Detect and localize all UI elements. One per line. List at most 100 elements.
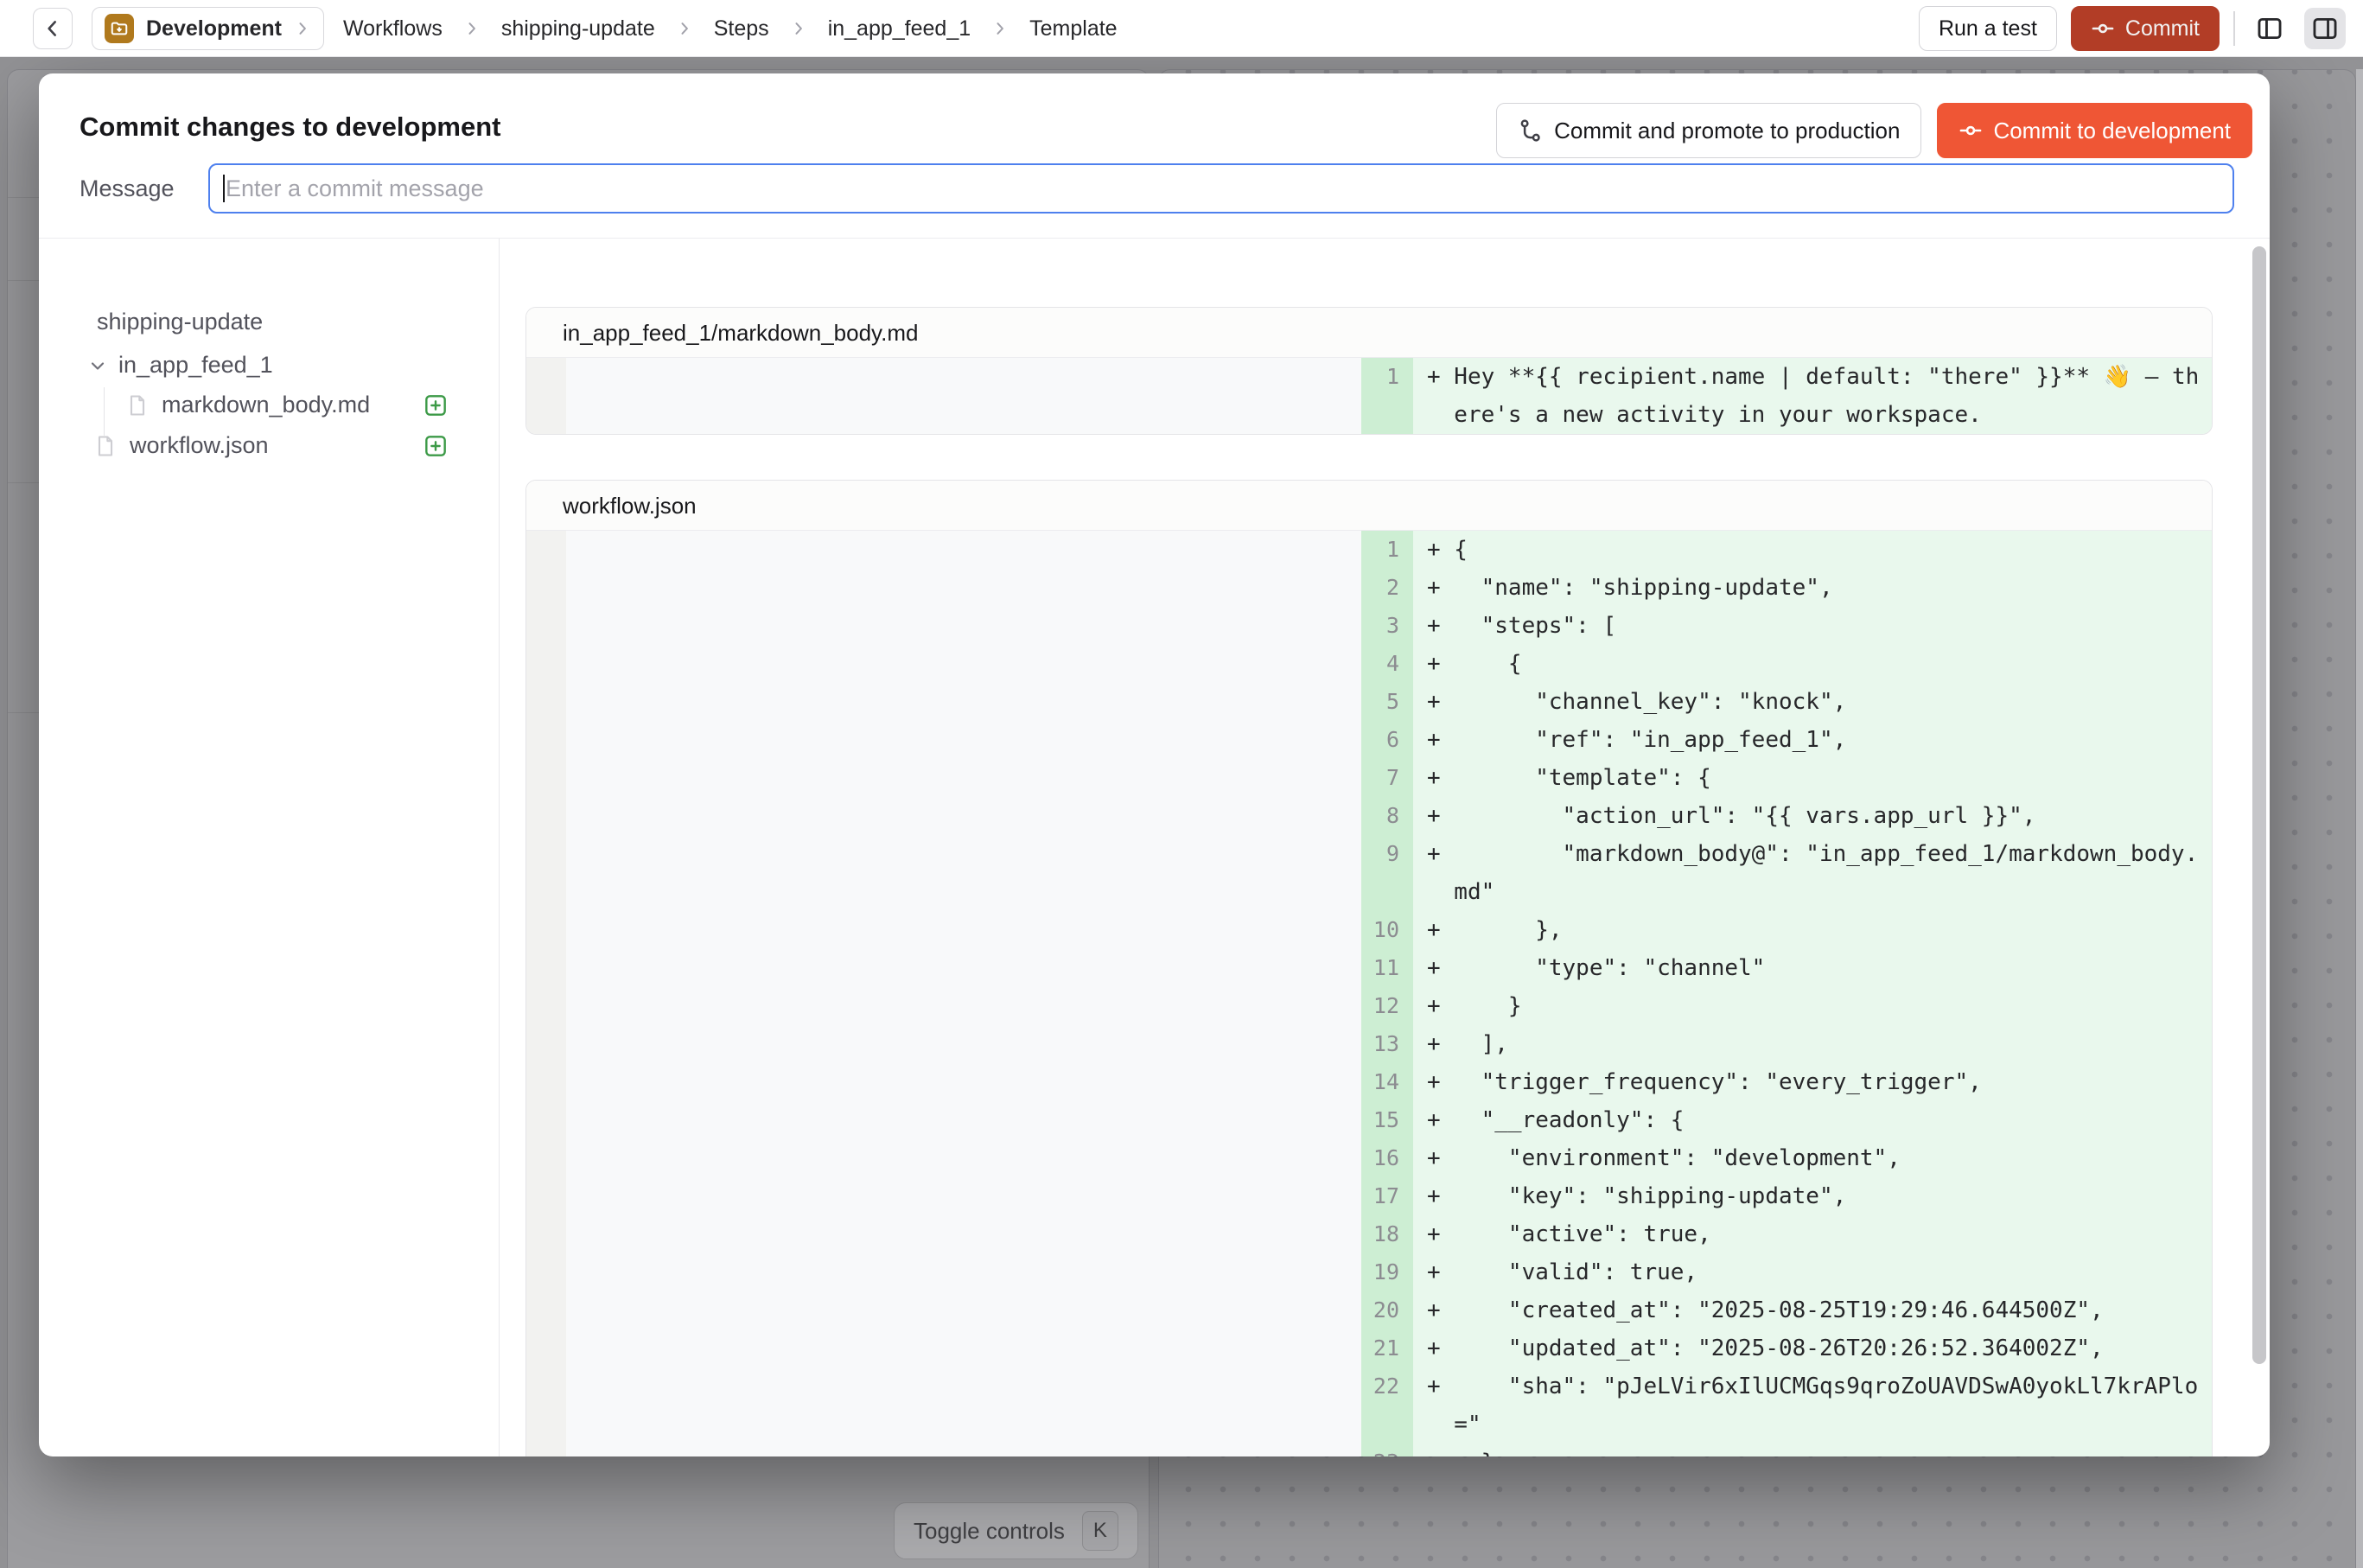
chevron-right-icon [790, 20, 807, 37]
diff-old-side [526, 1063, 566, 1101]
diff-old-side [566, 1444, 1361, 1456]
diff-line-number: 15 [1361, 1101, 1413, 1139]
breadcrumb-item-step[interactable]: in_app_feed_1 [828, 16, 971, 41]
back-button[interactable] [33, 8, 73, 49]
file-icon [125, 393, 150, 417]
breadcrumb-item-workflows[interactable]: Workflows [343, 16, 443, 41]
diff-row: 8+ "action_url": "{{ vars.app_url }}", [526, 797, 2212, 835]
diff-old-side [566, 797, 1361, 835]
diff-old-side [526, 358, 566, 396]
diff-line-number: 18 [1361, 1215, 1413, 1253]
breadcrumb-item-workflow[interactable]: shipping-update [501, 16, 655, 41]
toggle-left-panel-button[interactable] [2249, 8, 2290, 49]
tree-item-workflow[interactable]: shipping-update [97, 309, 263, 335]
diff-rows: 1+ Hey **{{ recipient.name | default: "t… [526, 358, 2212, 434]
diff-line-number: 8 [1361, 797, 1413, 835]
commit-to-development-label: Commit to development [1993, 118, 2231, 144]
shortcut-key-badge: K [1082, 1511, 1118, 1551]
tree-item-folder[interactable]: in_app_feed_1 [87, 352, 273, 379]
diff-old-side [526, 531, 566, 569]
toggle-controls-button[interactable]: Toggle controls K [894, 1502, 1138, 1559]
panel-left-icon [2255, 14, 2284, 43]
diff-old-side [526, 835, 566, 873]
diff-old-side [566, 358, 1361, 396]
chevron-right-icon [294, 20, 311, 37]
tree-item-file-markdown[interactable]: markdown_body.md [125, 392, 370, 418]
diff-line-number: 6 [1361, 721, 1413, 759]
diff-line-content: + "action_url": "{{ vars.app_url }}", [1413, 797, 2212, 835]
diff-row: 3+ "steps": [ [526, 607, 2212, 645]
commit-to-development-button[interactable]: Commit to development [1937, 103, 2252, 158]
diff-row: 12+ } [526, 987, 2212, 1025]
diff-old-side [566, 396, 1361, 434]
page-scrollbar[interactable] [2356, 69, 2363, 1568]
toggle-right-panel-button[interactable] [2304, 8, 2346, 49]
diff-line-number: 2 [1361, 569, 1413, 607]
modal-scrollbar-thumb[interactable] [2252, 246, 2266, 1364]
diff-line-number: 14 [1361, 1063, 1413, 1101]
diff-row: 9+ "markdown_body@": "in_app_feed_1/mark… [526, 835, 2212, 873]
diff-line-content: + "name": "shipping-update", [1413, 569, 2212, 607]
diff-line-number: 12 [1361, 987, 1413, 1025]
breadcrumb-item-steps[interactable]: Steps [714, 16, 769, 41]
diff-old-side [566, 721, 1361, 759]
diff-line-number: 19 [1361, 1253, 1413, 1291]
diff-line-content: + "template": { [1413, 759, 2212, 797]
diff-row: 21+ "updated_at": "2025-08-26T20:26:52.3… [526, 1329, 2212, 1367]
diff-row: =" [526, 1405, 2212, 1444]
commit-and-promote-button[interactable]: Commit and promote to production [1496, 103, 1921, 158]
diff-old-side [526, 1101, 566, 1139]
diff-row: ere's a new activity in your workspace. [526, 396, 2212, 434]
diff-old-side [526, 873, 566, 911]
diff-viewer[interactable]: in_app_feed_1/markdown_body.md 1+ Hey **… [500, 239, 2252, 1456]
diff-old-side [526, 721, 566, 759]
diff-old-side [566, 1253, 1361, 1291]
diff-row: 1+ { [526, 531, 2212, 569]
diff-line-content: + "environment": "development", [1413, 1139, 2212, 1177]
diff-old-side [526, 1253, 566, 1291]
diff-old-side [526, 683, 566, 721]
diff-card-markdown: in_app_feed_1/markdown_body.md 1+ Hey **… [525, 307, 2213, 435]
diff-line-content: + "active": true, [1413, 1215, 2212, 1253]
diff-row: 13+ ], [526, 1025, 2212, 1063]
diff-old-side [566, 949, 1361, 987]
dialog-title: Commit changes to development [80, 112, 500, 143]
diff-row: 20+ "created_at": "2025-08-25T19:29:46.6… [526, 1291, 2212, 1329]
diff-row: 1+ Hey **{{ recipient.name | default: "t… [526, 358, 2212, 396]
diff-row: 23+ } [526, 1444, 2212, 1456]
diff-line-content: + "created_at": "2025-08-25T19:29:46.644… [1413, 1291, 2212, 1329]
chevron-left-icon [41, 17, 64, 40]
diff-line-content: + { [1413, 531, 2212, 569]
diff-old-side [566, 569, 1361, 607]
environment-selector[interactable]: Development [92, 7, 324, 50]
diff-line-content: ere's a new activity in your workspace. [1413, 396, 2212, 434]
diff-line-content: + "trigger_frequency": "every_trigger", [1413, 1063, 2212, 1101]
tree-file-label: markdown_body.md [162, 392, 370, 418]
commit-button[interactable]: Commit [2071, 6, 2220, 51]
run-a-test-button[interactable]: Run a test [1919, 6, 2057, 51]
diff-row: 15+ "__readonly": { [526, 1101, 2212, 1139]
diff-line-content: + "key": "shipping-update", [1413, 1177, 2212, 1215]
diff-old-side [526, 949, 566, 987]
diff-old-side [526, 1367, 566, 1405]
diff-old-side [526, 607, 566, 645]
commit-message-input[interactable] [208, 163, 2234, 214]
diff-old-side [566, 987, 1361, 1025]
tree-file-label: workflow.json [130, 432, 269, 459]
file-icon [93, 434, 118, 458]
diff-line-content: + ], [1413, 1025, 2212, 1063]
diff-line-number: 10 [1361, 911, 1413, 949]
breadcrumb-item-template[interactable]: Template [1029, 16, 1117, 41]
diff-line-content: + "updated_at": "2025-08-26T20:26:52.364… [1413, 1329, 2212, 1367]
diff-filename: in_app_feed_1/markdown_body.md [526, 308, 2212, 358]
chevron-right-icon [463, 20, 481, 37]
diff-row: 2+ "name": "shipping-update", [526, 569, 2212, 607]
environment-label: Development [146, 16, 282, 41]
commit-icon [2091, 16, 2115, 41]
diff-line-content: + "type": "channel" [1413, 949, 2212, 987]
diff-line-number: 13 [1361, 1025, 1413, 1063]
message-label: Message [80, 175, 175, 202]
panel-right-icon [2310, 14, 2340, 43]
diff-old-side [526, 645, 566, 683]
tree-item-file-workflow-json[interactable]: workflow.json [93, 432, 269, 459]
